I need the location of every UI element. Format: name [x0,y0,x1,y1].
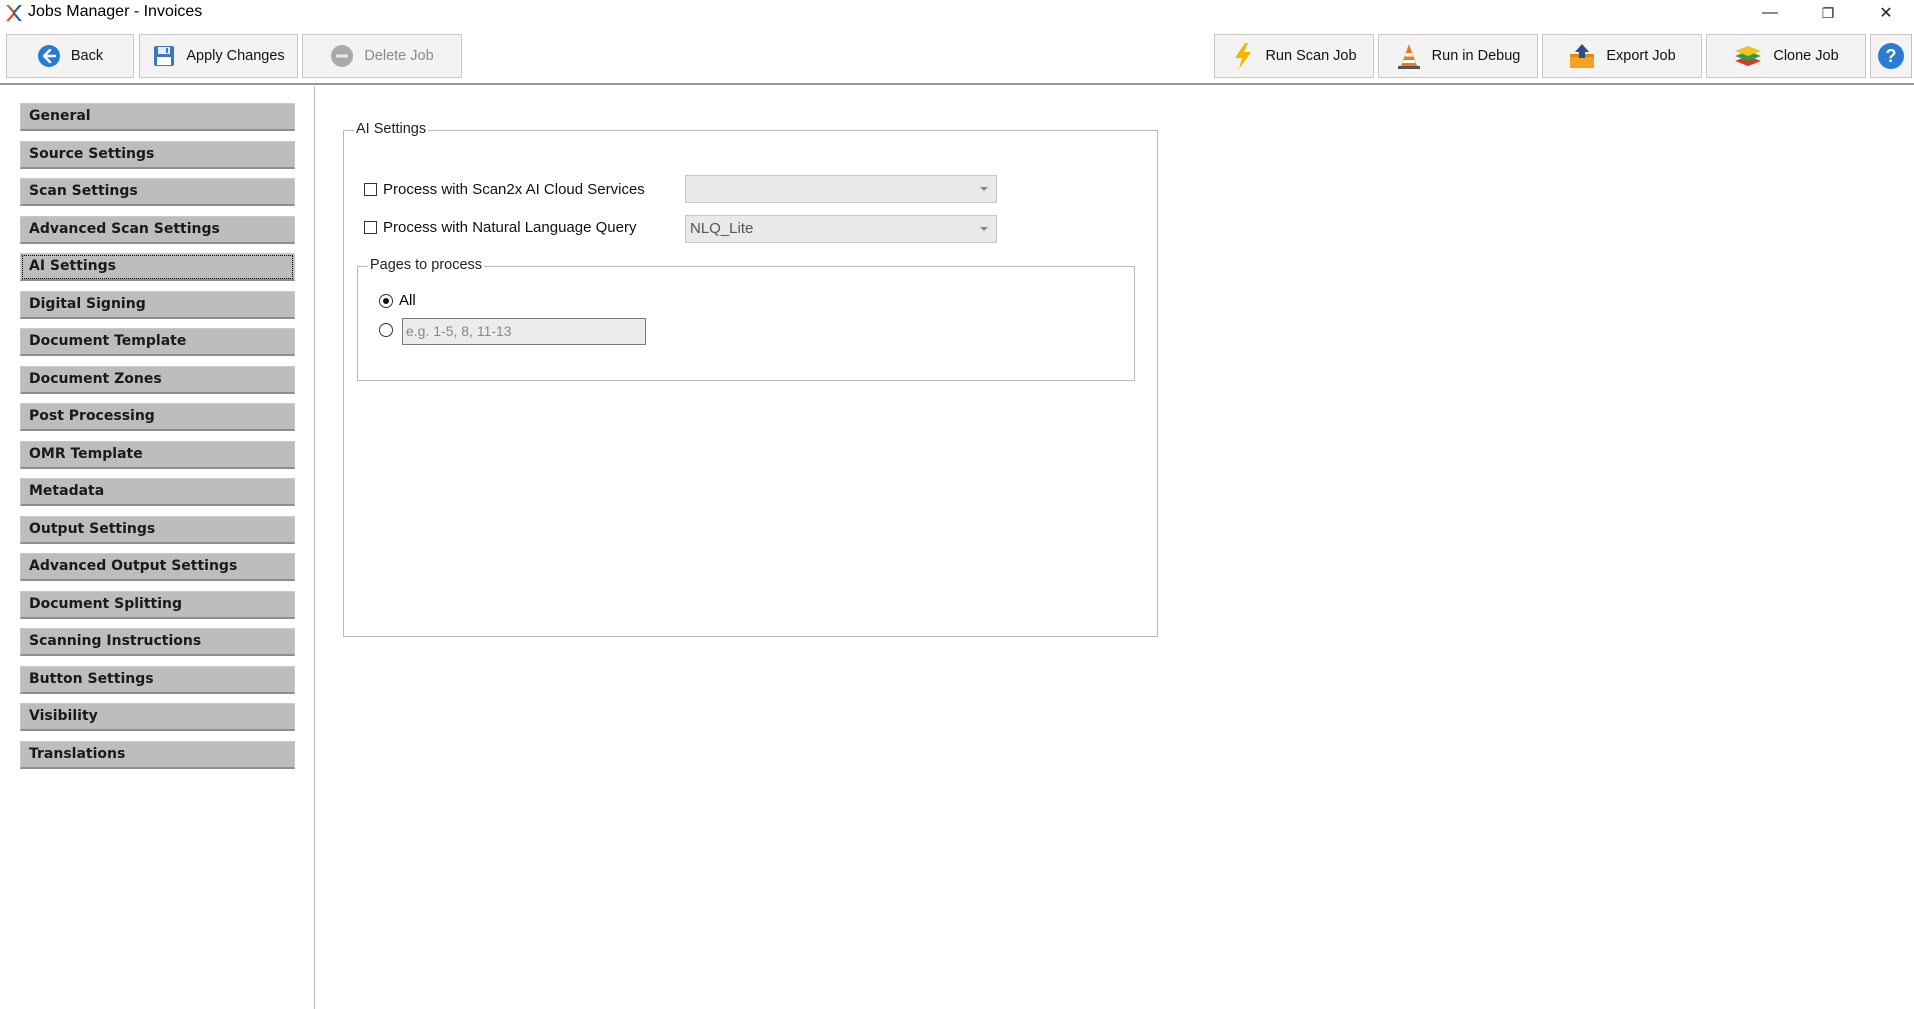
nav-scanning-instructions[interactable]: Scanning Instructions [20,628,295,656]
settings-sidebar: General Source Settings Scan Settings Ad… [0,86,315,1009]
run-scan-job-label: Run Scan Job [1265,48,1356,64]
ai-settings-group-title: AI Settings [354,121,428,137]
toolbar: Back Apply Changes Delete Job Run Scan J… [0,26,1914,85]
nlq-value: NLQ_Lite [690,220,753,237]
delete-job-button[interactable]: Delete Job [302,34,462,78]
close-button[interactable]: ✕ [1857,0,1914,26]
nav-translations[interactable]: Translations [20,741,295,769]
nav-advanced-output-settings[interactable]: Advanced Output Settings [20,553,295,581]
minimize-button[interactable]: — [1741,0,1799,26]
nav-document-splitting[interactable]: Document Splitting [20,591,295,619]
chevron-down-icon [980,187,988,191]
nav-scan-settings[interactable]: Scan Settings [20,178,295,206]
nav-general[interactable]: General [20,103,295,131]
help-symbol: ? [1886,46,1897,66]
nlq-label: Process with Natural Language Query [383,219,636,236]
export-job-label: Export Job [1606,48,1675,64]
cloud-services-label: Process with Scan2x AI Cloud Services [383,181,645,198]
help-button[interactable]: ? [1870,34,1912,78]
help-icon: ? [1877,42,1905,70]
restore-button[interactable]: ❐ [1799,0,1857,26]
back-label: Back [71,48,103,64]
nav-digital-signing[interactable]: Digital Signing [20,291,295,319]
clone-job-label: Clone Job [1773,48,1838,64]
cloud-services-checkbox[interactable] [364,183,377,196]
delete-icon [330,44,354,68]
pages-all-label: All [399,292,416,309]
chevron-down-icon [980,227,988,231]
run-in-debug-label: Run in Debug [1432,48,1521,64]
save-disk-icon [152,44,176,68]
nav-ai-settings[interactable]: AI Settings [20,253,295,281]
cloud-services-dropdown[interactable] [685,175,997,203]
nlq-checkbox[interactable] [364,221,377,234]
nlq-option[interactable]: Process with Natural Language Query [364,219,636,236]
page-range-input[interactable]: e.g. 1-5, 8, 11-13 [402,318,646,345]
nav-visibility[interactable]: Visibility [20,703,295,731]
layers-clone-icon [1733,42,1763,70]
run-in-debug-button[interactable]: Run in Debug [1378,34,1538,78]
nav-button-settings[interactable]: Button Settings [20,666,295,694]
run-scan-job-button[interactable]: Run Scan Job [1214,34,1374,78]
traffic-cone-icon [1396,42,1422,70]
apply-changes-button[interactable]: Apply Changes [139,34,298,78]
window-title: Jobs Manager - Invoices [28,3,202,21]
delete-job-label: Delete Job [364,48,433,64]
cloud-services-option[interactable]: Process with Scan2x AI Cloud Services [364,181,645,198]
nlq-dropdown[interactable]: NLQ_Lite [685,215,997,243]
export-box-icon [1568,42,1596,70]
pages-all-radio[interactable] [379,294,393,308]
export-job-button[interactable]: Export Job [1542,34,1702,78]
nav-metadata[interactable]: Metadata [20,478,295,506]
lightning-icon [1231,42,1255,70]
page-range-placeholder: e.g. 1-5, 8, 11-13 [406,323,512,339]
pages-all-option[interactable]: All [379,292,416,309]
title-bar: Jobs Manager - Invoices — ❐ ✕ [0,0,1914,26]
pages-range-radio[interactable] [379,323,393,337]
nav-source-settings[interactable]: Source Settings [20,141,295,169]
back-button[interactable]: Back [6,34,134,78]
back-arrow-icon [37,44,61,68]
nav-output-settings[interactable]: Output Settings [20,516,295,544]
nav-omr-template[interactable]: OMR Template [20,441,295,469]
pages-to-process-title: Pages to process [368,257,484,273]
ai-settings-group: AI Settings [343,130,1158,637]
clone-job-button[interactable]: Clone Job [1706,34,1866,78]
nav-document-template[interactable]: Document Template [20,328,295,356]
app-logo-icon [4,3,24,23]
nav-document-zones[interactable]: Document Zones [20,366,295,394]
pages-range-option[interactable] [379,323,393,337]
nav-post-processing[interactable]: Post Processing [20,403,295,431]
nav-advanced-scan-settings[interactable]: Advanced Scan Settings [20,216,295,244]
apply-changes-label: Apply Changes [186,48,284,64]
